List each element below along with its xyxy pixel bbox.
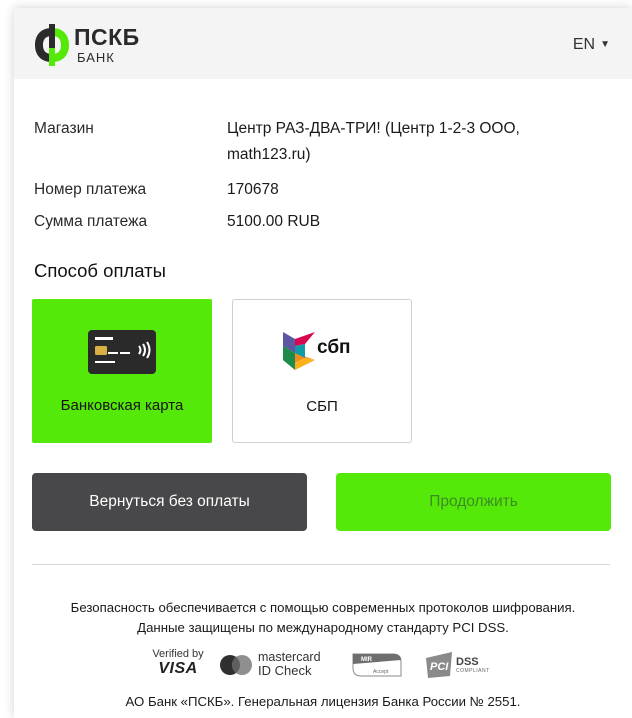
visa-badge-main: VISA xyxy=(158,660,198,677)
logo-name: ПСКБ xyxy=(74,24,140,50)
pci-badge-compliant: COMPLIANT xyxy=(456,668,490,674)
license-text: АО Банк «ПСКБ». Генеральная лицензия Бан… xyxy=(125,694,521,709)
mir-accept-icon: MIR Accept xyxy=(352,653,402,677)
mc-badge-top: mastercard xyxy=(258,650,321,664)
mir-badge-top: MIR xyxy=(361,657,373,663)
method-bank-card[interactable]: Банковская карта xyxy=(32,299,212,443)
method-sbp[interactable]: сбп СБП xyxy=(232,299,412,443)
security-line-1: Безопасность обеспечивается с помощью со… xyxy=(70,600,576,615)
pci-dss-badge: PCI DSS COMPLIANT xyxy=(424,648,504,682)
mir-badge-bottom: Accept xyxy=(373,669,389,675)
shop-label: Магазин xyxy=(34,120,94,137)
mastercard-icon xyxy=(220,655,252,675)
language-selector[interactable]: EN ▼ xyxy=(573,36,610,54)
mastercard-id-check-badge: mastercard ID Check xyxy=(218,648,338,682)
sbp-logo-text: сбп xyxy=(317,337,351,358)
payment-amount-label: Сумма платежа xyxy=(34,213,148,230)
sbp-logo-icon xyxy=(283,332,315,370)
shop-value: Центр РАЗ-ДВА-ТРИ! (Центр 1-2-3 ООО, mat… xyxy=(227,120,520,163)
language-label: EN xyxy=(572,36,596,53)
payment-number-value: 170678 xyxy=(227,181,279,198)
pskb-logo-icon xyxy=(35,24,69,66)
method-sbp-label: СБП xyxy=(306,398,338,415)
mir-accept-badge: MIR Accept xyxy=(349,648,409,682)
back-without-payment-button[interactable]: Вернуться без оплаты xyxy=(32,473,307,531)
payment-amount-value: 5100.00 RUB xyxy=(227,213,321,230)
bank-logo: ПСКБ БАНК xyxy=(32,22,172,68)
method-bank-card-label: Банковская карта xyxy=(60,397,184,414)
payment-number-label: Номер платежа xyxy=(34,181,147,198)
pci-logo-icon: PCI xyxy=(426,652,452,678)
page-header: ПСКБ БАНК EN ▼ xyxy=(14,8,632,79)
security-line-2: Данные защищены по международному станда… xyxy=(137,620,509,635)
svg-text:PCI: PCI xyxy=(430,661,449,673)
divider xyxy=(32,564,610,565)
pci-badge-dss: DSS xyxy=(456,656,479,668)
logo-subtitle: БАНК xyxy=(77,50,115,65)
bank-card-icon xyxy=(88,330,156,374)
security-notice: Безопасность обеспечивается с помощью со… xyxy=(24,598,622,638)
info-row-shop: Магазин Центр РАЗ-ДВА-ТРИ! (Центр 1-2-3 … xyxy=(34,116,614,168)
sbp-logo: сбп xyxy=(281,330,365,376)
payment-page: ПСКБ БАНК EN ▼ Магазин Центр РАЗ-ДВА-ТРИ!… xyxy=(14,8,632,718)
security-badges: Verified by VISA mastercard ID Check MIR… xyxy=(144,648,544,682)
continue-button[interactable]: Продолжить xyxy=(336,473,611,531)
mc-badge-bottom: ID Check xyxy=(258,663,312,678)
chevron-down-icon: ▼ xyxy=(600,39,610,50)
visa-badge-top: Verified by xyxy=(152,648,204,660)
verified-by-visa-badge: Verified by VISA xyxy=(147,648,209,682)
payment-method-title: Способ оплаты xyxy=(34,260,166,281)
